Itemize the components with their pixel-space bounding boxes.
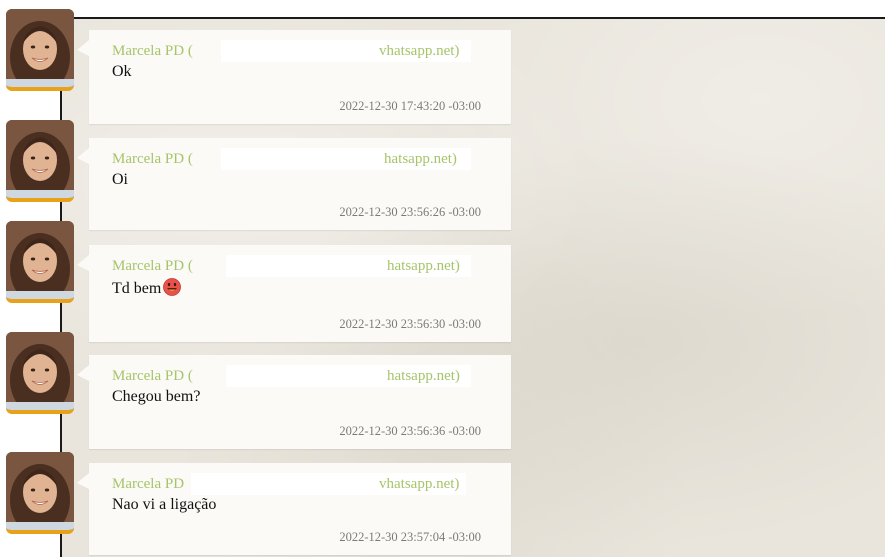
- message-text: Oi: [112, 171, 128, 188]
- message-bubble[interactable]: Marcela PD ( hatsapp.net) Chegou bem? 20…: [77, 355, 511, 449]
- contact-photo-avatar-icon: [6, 332, 74, 410]
- avatar: [6, 221, 74, 303]
- message-text: Ok: [112, 63, 132, 80]
- avatar: [6, 120, 74, 202]
- sender-name: Marcela PD (: [112, 43, 193, 59]
- contact-photo-avatar-icon: [6, 221, 74, 299]
- message-timestamp: 2022-12-30 23:57:04 -03:00: [339, 530, 481, 544]
- contact-photo-avatar-icon: [6, 452, 74, 530]
- sender-id: hatsapp.net): [384, 151, 457, 167]
- message-text: Td bem: [112, 278, 182, 298]
- sender-name: Marcela PD (: [112, 151, 193, 167]
- message-timestamp: 2022-12-30 17:43:20 -03:00: [339, 99, 481, 113]
- sender-name: Marcela PD (: [112, 368, 193, 384]
- sender-id: hatsapp.net): [387, 368, 460, 384]
- sender-id: vhatsapp.net): [379, 43, 460, 59]
- message-timestamp: 2022-12-30 23:56:36 -03:00: [339, 424, 481, 438]
- avatar: [6, 332, 74, 414]
- message-bubble[interactable]: Marcela PD ( hatsapp.net) Td bem 2022-12…: [77, 245, 511, 342]
- grinning-face-emoji-icon: [163, 278, 182, 296]
- sender-id: hatsapp.net): [387, 258, 460, 274]
- avatar: [6, 452, 74, 534]
- contact-photo-avatar-icon: [6, 120, 74, 198]
- message-timestamp: 2022-12-30 23:56:30 -03:00: [339, 317, 481, 331]
- message-bubble[interactable]: Marcela PD vhatsapp.net) Nao vi a ligaçã…: [77, 463, 511, 555]
- avatar: [6, 9, 74, 91]
- message-timestamp: 2022-12-30 23:56:26 -03:00: [339, 205, 481, 219]
- message-text: Chegou bem?: [112, 388, 201, 405]
- sender-id: vhatsapp.net): [379, 476, 460, 492]
- sender-name: Marcela PD (: [112, 258, 193, 274]
- message-text: Nao vi a ligação: [112, 496, 217, 513]
- contact-photo-avatar-icon: [6, 9, 74, 87]
- message-bubble[interactable]: Marcela PD ( hatsapp.net) Oi 2022-12-30 …: [77, 138, 511, 230]
- sender-name: Marcela PD: [112, 476, 185, 492]
- message-bubble[interactable]: Marcela PD ( vhatsapp.net) Ok 2022-12-30…: [77, 30, 511, 124]
